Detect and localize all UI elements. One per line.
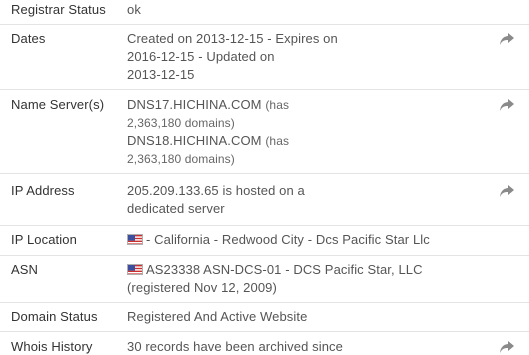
us-flag-icon (127, 234, 143, 245)
dates-value: Created on 2013-12-15 - Expires on 2016-… (127, 30, 487, 84)
row-registrar-status: Registrar Status ok (0, 0, 529, 24)
dates-line: 2016-12-15 - Updated on (127, 49, 275, 64)
share-arrow-icon[interactable] (499, 32, 515, 46)
name-server-count: 2,363,180 domains) (127, 116, 235, 130)
share-arrow-icon[interactable] (499, 184, 515, 198)
name-servers-label: Name Server(s) (11, 97, 105, 112)
whois-history-label: Whois History (11, 339, 93, 354)
ip-location-label: IP Location (11, 232, 77, 247)
row-ip-location: IP Location - California - Redwood City … (0, 225, 529, 255)
dates-label: Dates (11, 31, 46, 46)
asn-text: AS23338 ASN-DCS-01 - DCS Pacific Star, L… (146, 262, 423, 277)
whois-history-value: 30 records have been archived since (127, 339, 343, 354)
asn-value: AS23338 ASN-DCS-01 - DCS Pacific Star, L… (127, 261, 487, 297)
row-whois-history: Whois History 30 records have been archi… (0, 331, 529, 355)
name-server-host[interactable]: DNS18.HICHINA.COM (127, 133, 262, 148)
registrar-status-value: ok (127, 2, 141, 17)
ip-address-line: 205.209.133.65 is hosted on a (127, 183, 305, 198)
row-domain-status: Domain Status Registered And Active Webs… (0, 302, 529, 331)
whois-table: Registrar Status ok Dates Created on 201… (0, 0, 529, 355)
asn-label: ASN (11, 262, 39, 277)
dates-line: 2013-12-15 (127, 67, 195, 82)
name-server-entry: DNS18.HICHINA.COM (has (127, 132, 487, 150)
ip-address-value: 205.209.133.65 is hosted on a dedicated … (127, 182, 487, 218)
dates-line: Created on 2013-12-15 - Expires on (127, 31, 338, 46)
name-servers-value: DNS17.HICHINA.COM (has 2,363,180 domains… (127, 96, 487, 168)
ip-address-line: dedicated server (127, 201, 225, 216)
share-arrow-icon[interactable] (499, 340, 515, 354)
name-server-note: (has (265, 134, 290, 148)
name-server-note: (has (265, 98, 290, 112)
row-dates: Dates Created on 2013-12-15 - Expires on… (0, 24, 529, 89)
domain-status-value: Registered And Active Website (127, 309, 308, 324)
row-asn: ASN AS23338 ASN-DCS-01 - DCS Pacific Sta… (0, 255, 529, 302)
registrar-status-label: Registrar Status (11, 2, 106, 17)
share-arrow-icon[interactable] (499, 98, 515, 112)
ip-location-text: - California - Redwood City - Dcs Pacifi… (146, 232, 430, 247)
asn-registered: (registered Nov 12, 2009) (127, 280, 277, 295)
name-server-count: 2,363,180 domains) (127, 152, 235, 166)
row-name-servers: Name Server(s) DNS17.HICHINA.COM (has 2,… (0, 89, 529, 173)
ip-address-label: IP Address (11, 183, 75, 198)
name-server-entry: DNS17.HICHINA.COM (has (127, 96, 487, 114)
row-ip-address: IP Address 205.209.133.65 is hosted on a… (0, 173, 529, 225)
us-flag-icon (127, 264, 143, 275)
domain-status-label: Domain Status (11, 309, 98, 324)
name-server-host[interactable]: DNS17.HICHINA.COM (127, 97, 262, 112)
ip-location-value: - California - Redwood City - Dcs Pacifi… (127, 231, 487, 249)
asn-line: AS23338 ASN-DCS-01 - DCS Pacific Star, L… (127, 261, 487, 279)
